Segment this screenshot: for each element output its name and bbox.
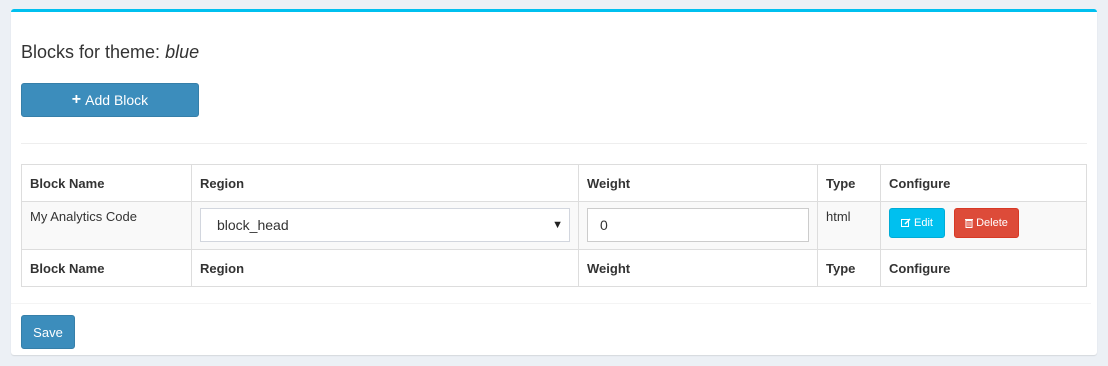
blocks-panel: Blocks for theme: blue + Add Block Block… [11, 9, 1097, 355]
region-select-value: block_head [217, 217, 289, 233]
footer-header-type: Type [817, 249, 881, 287]
caret-down-icon: ▼ [552, 219, 563, 231]
weight-input[interactable]: 0 [587, 208, 809, 242]
plus-icon: + [71, 91, 82, 108]
theme-name: blue [165, 42, 200, 62]
footer-header-region: Region [191, 249, 579, 287]
delete-label: Delete [976, 217, 1008, 229]
region-select[interactable]: block_head ▼ [200, 208, 570, 242]
trash-icon [965, 219, 974, 228]
weight-cell: 0 [578, 201, 818, 250]
type-cell: html [817, 201, 881, 250]
column-header-weight: Weight [578, 164, 818, 202]
column-header-type: Type [817, 164, 881, 202]
edit-button[interactable]: Edit [889, 208, 945, 238]
delete-button[interactable]: Delete [954, 208, 1019, 238]
block-name-cell: My Analytics Code [21, 201, 192, 250]
blocks-table: Block Name Region Weight Type Configure … [21, 164, 1087, 287]
table-header-row: Block Name Region Weight Type Configure [21, 164, 1087, 202]
footer-header-weight: Weight [578, 249, 818, 287]
page-title: Blocks for theme: blue [21, 42, 199, 63]
edit-icon [901, 218, 911, 227]
column-header-configure: Configure [880, 164, 1087, 202]
column-header-block-name: Block Name [21, 164, 192, 202]
column-header-region: Region [191, 164, 579, 202]
add-block-label: Add Block [85, 92, 149, 108]
footer-header-block-name: Block Name [21, 249, 192, 287]
add-block-button[interactable]: + Add Block [21, 83, 199, 117]
edit-label: Edit [914, 217, 933, 229]
region-cell: block_head ▼ [191, 201, 579, 250]
configure-cell: Edit Delete [880, 201, 1087, 250]
divider [21, 143, 1087, 144]
panel-footer: Save [11, 303, 1091, 356]
title-prefix: Blocks for theme: [21, 42, 166, 62]
save-button[interactable]: Save [21, 315, 75, 349]
table-row: My Analytics Code block_head ▼ 0 html Ed… [21, 201, 1087, 250]
table-footer-row: Block Name Region Weight Type Configure [21, 249, 1087, 287]
footer-header-configure: Configure [880, 249, 1087, 287]
